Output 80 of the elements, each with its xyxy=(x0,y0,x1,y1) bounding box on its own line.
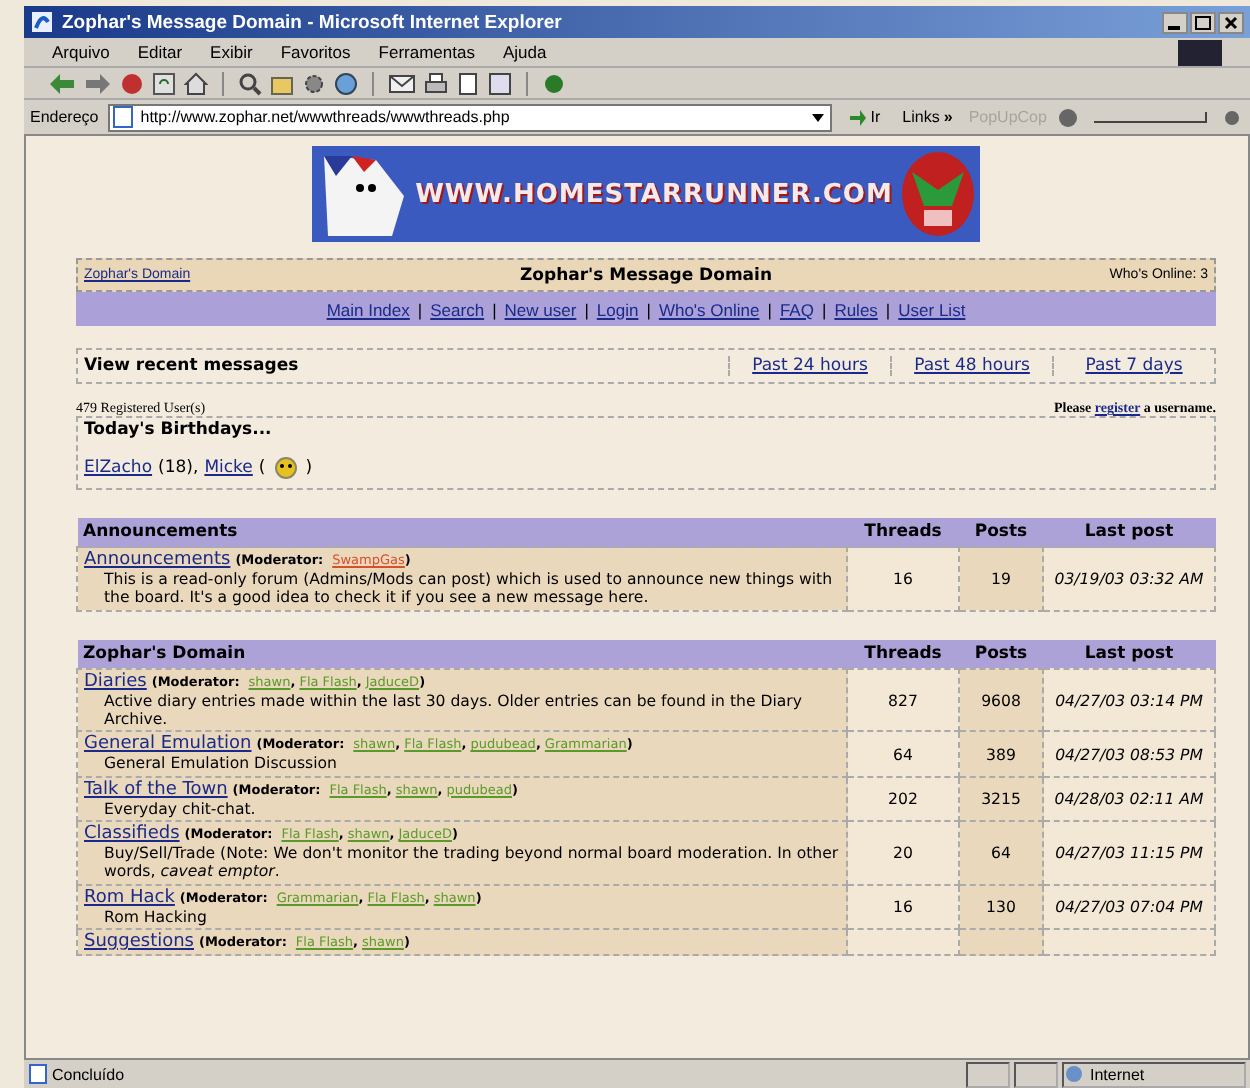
dot-icon[interactable] xyxy=(1220,105,1244,129)
printer-icon[interactable] xyxy=(424,71,448,95)
go-arrow-icon xyxy=(848,108,867,126)
minimize-icon[interactable] xyxy=(1162,11,1188,33)
column-header: Posts xyxy=(959,518,1043,547)
status-panel xyxy=(966,1061,1010,1087)
forum-link[interactable]: Rom Hack xyxy=(84,887,175,908)
slider-track-icon[interactable] xyxy=(1090,107,1211,127)
stop-icon[interactable] xyxy=(120,71,144,95)
nav-link[interactable]: Who's Online xyxy=(658,299,760,319)
home-icon[interactable] xyxy=(184,71,208,95)
section-header: Announcements xyxy=(77,518,847,547)
nav-separator: | xyxy=(417,299,423,319)
nav-separator: | xyxy=(821,299,827,319)
birthday-age: ) xyxy=(305,458,313,478)
column-header: Posts xyxy=(959,639,1043,669)
browser-logo-icon xyxy=(30,10,54,34)
column-header: Last post xyxy=(1043,518,1215,547)
birthdays-title: Today's Birthdays... xyxy=(84,420,272,440)
menu-item[interactable]: Ajuda xyxy=(502,42,547,62)
document-icon[interactable] xyxy=(456,71,480,95)
nav-link[interactable]: FAQ xyxy=(779,299,814,319)
maximize-icon[interactable] xyxy=(1190,11,1216,33)
page-icon xyxy=(28,1064,48,1084)
nav-separator: | xyxy=(767,299,772,319)
birthday-age: (18), xyxy=(158,458,199,478)
window-title: Zophar's Message Domain - Microsoft Internet Explorer xyxy=(62,11,564,33)
zone-indicator: Internet xyxy=(1062,1061,1246,1087)
back-arrow-icon[interactable] xyxy=(48,71,76,95)
masked-character-drawing xyxy=(900,150,977,238)
recent-link[interactable]: Past 24 hours xyxy=(728,356,890,376)
forum-link[interactable]: Talk of the Town xyxy=(84,779,228,800)
banner-text: WWW.HOMESTARRUNNER.COM xyxy=(415,179,893,209)
nav-separator: | xyxy=(646,299,651,319)
forum-title: Zophar's Message Domain xyxy=(519,265,773,285)
menu-item[interactable]: Exibir xyxy=(210,42,253,62)
nav-separator: | xyxy=(584,299,589,319)
forum-link[interactable]: General Emulation xyxy=(84,734,252,755)
recent-link[interactable]: Past 7 days xyxy=(1052,356,1214,376)
menu-item[interactable]: Favoritos xyxy=(280,42,351,62)
close-icon[interactable] xyxy=(1218,11,1244,33)
menu-item[interactable]: Editar xyxy=(137,42,183,62)
column-header: Threads xyxy=(847,518,959,547)
nav-link[interactable]: Main Index xyxy=(326,299,410,319)
nav-link[interactable]: Login xyxy=(596,299,639,319)
nav-link[interactable]: User List xyxy=(898,299,966,319)
menu-item[interactable]: Arquivo xyxy=(52,42,110,62)
status-text: Concluído xyxy=(28,1064,962,1084)
folder-icon[interactable] xyxy=(270,71,294,95)
address-field[interactable]: http://www.zophar.net/wwwthreads/wwwthreads.php xyxy=(108,103,833,131)
address-label: Endereço xyxy=(30,108,99,126)
menu-item[interactable]: Ferramentas xyxy=(378,42,475,62)
globe-icon xyxy=(1064,1064,1084,1084)
birthday-age: ( xyxy=(258,458,266,478)
forum-link[interactable]: Diaries xyxy=(84,671,147,692)
globe-icon[interactable] xyxy=(334,71,358,95)
user-link[interactable]: ElZacho xyxy=(84,458,153,478)
recent-link[interactable]: Past 48 hours xyxy=(890,356,1052,376)
section-header: Zophar's Domain xyxy=(77,639,847,669)
nav-link[interactable]: Search xyxy=(430,299,485,319)
nav-separator: | xyxy=(885,299,891,319)
status-panel xyxy=(1014,1061,1058,1087)
nav-link[interactable]: Rules xyxy=(834,299,878,319)
user-link[interactable]: Micke xyxy=(204,458,253,478)
forward-arrow-icon[interactable] xyxy=(84,71,112,95)
nav-link[interactable]: New user xyxy=(504,299,577,319)
mail-icon[interactable] xyxy=(388,71,416,95)
column-header: Last post xyxy=(1043,639,1215,669)
column-header: Threads xyxy=(847,639,959,669)
forum-link[interactable]: Announcements xyxy=(84,550,231,570)
window-icon[interactable] xyxy=(488,71,512,95)
banner[interactable]: WWW.HOMESTARRUNNER.COM xyxy=(311,146,981,242)
nav-separator: | xyxy=(492,299,497,319)
smiley-icon xyxy=(271,456,300,480)
forum-link[interactable]: Suggestions xyxy=(84,932,194,953)
forum-link[interactable]: Classifieds xyxy=(84,824,180,845)
page-icon xyxy=(112,106,135,128)
search-icon[interactable] xyxy=(238,71,262,95)
recent-messages-label: View recent messages xyxy=(82,356,301,376)
refresh-icon[interactable] xyxy=(152,71,176,95)
